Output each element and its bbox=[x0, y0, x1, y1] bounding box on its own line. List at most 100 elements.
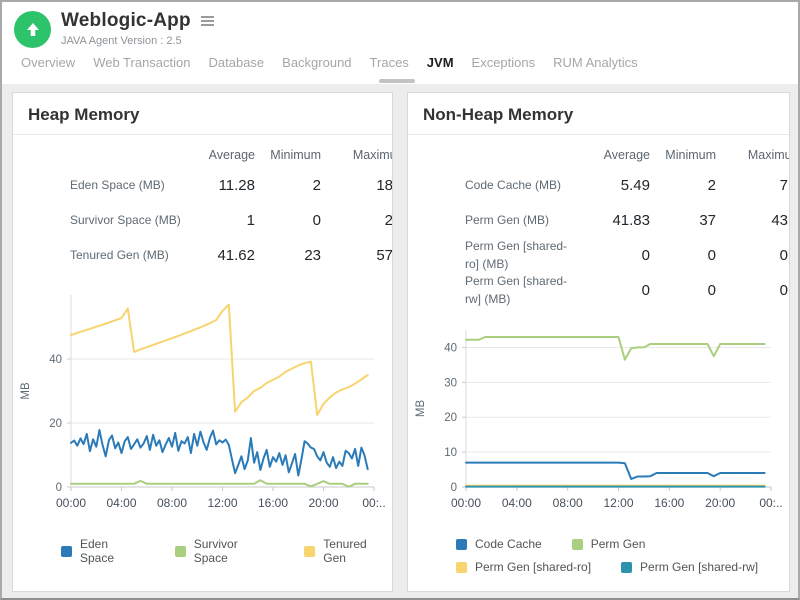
app-header: Weblogic-App JAVA Agent Version : 2.5 bbox=[2, 2, 798, 48]
metric-maximum: 57 bbox=[335, 247, 393, 264]
svg-text:00:..: 00:.. bbox=[362, 496, 385, 510]
non-heap-memory-panel: Non-Heap Memory Average Minimum Maximum … bbox=[407, 92, 790, 592]
legend-item-eden-space[interactable]: Eden Space bbox=[61, 537, 145, 565]
metric-average: 41.83 bbox=[580, 212, 664, 229]
perm-gen-swatch bbox=[572, 539, 583, 550]
metric-label: Survivor Space (MB) bbox=[13, 212, 185, 229]
heap-metric-table: Average Minimum Maximum Eden Space (MB) … bbox=[13, 141, 393, 273]
table-row: Perm Gen (MB) 41.83 37 43 bbox=[408, 203, 790, 238]
horizontal-scrollbar-thumb[interactable] bbox=[379, 79, 415, 83]
legend-item-perm-gen-shared-ro[interactable]: Perm Gen [shared-ro] bbox=[456, 560, 591, 574]
svg-text:08:00: 08:00 bbox=[157, 496, 187, 510]
tab-bar: Overview Web Transaction Database Backgr… bbox=[2, 48, 798, 79]
horizontal-scrollbar bbox=[2, 79, 798, 84]
svg-text:MB: MB bbox=[20, 382, 32, 400]
metric-average: 0 bbox=[580, 282, 664, 299]
tab-jvm[interactable]: JVM bbox=[418, 55, 463, 70]
table-row: Eden Space (MB) 11.28 2 18 bbox=[13, 168, 393, 203]
tab-exceptions[interactable]: Exceptions bbox=[463, 55, 545, 70]
metric-average: 5.49 bbox=[580, 177, 664, 194]
metric-label: Code Cache (MB) bbox=[408, 177, 580, 194]
column-header-average: Average bbox=[185, 148, 269, 162]
tenured-gen-swatch bbox=[304, 546, 315, 557]
metric-average: 1 bbox=[185, 212, 269, 229]
tab-traces[interactable]: Traces bbox=[361, 55, 418, 70]
non-heap-panel-title: Non-Heap Memory bbox=[423, 105, 775, 125]
app-window: Weblogic-App JAVA Agent Version : 2.5 Ov… bbox=[0, 0, 800, 600]
legend-item-perm-gen[interactable]: Perm Gen bbox=[572, 537, 646, 551]
svg-text:40: 40 bbox=[49, 354, 62, 366]
svg-text:04:00: 04:00 bbox=[106, 496, 136, 510]
app-status-icon bbox=[14, 11, 51, 48]
column-header-maximum: Maximum bbox=[335, 148, 393, 162]
non-heap-metric-table: Average Minimum Maximum Code Cache (MB) … bbox=[408, 141, 790, 308]
metric-average: 11.28 bbox=[185, 177, 269, 194]
svg-text:10: 10 bbox=[444, 447, 457, 459]
survivor-space-swatch bbox=[175, 546, 186, 557]
tab-background[interactable]: Background bbox=[273, 55, 360, 70]
heap-panel-title: Heap Memory bbox=[28, 105, 378, 125]
perm-gen-shared-ro-swatch bbox=[456, 562, 467, 573]
metric-label: Perm Gen (MB) bbox=[408, 212, 580, 229]
tab-overview[interactable]: Overview bbox=[12, 55, 84, 70]
svg-text:12:00: 12:00 bbox=[207, 496, 237, 510]
metric-maximum: 0 bbox=[730, 282, 790, 299]
table-row: Perm Gen [shared-ro] (MB) 0 0 0 bbox=[408, 238, 790, 273]
metric-maximum: 2 bbox=[335, 212, 393, 229]
tab-web-transaction[interactable]: Web Transaction bbox=[84, 55, 199, 70]
arrow-up-icon bbox=[24, 21, 42, 39]
table-row: Code Cache (MB) 5.49 2 7 bbox=[408, 168, 790, 203]
column-header-maximum: Maximum bbox=[730, 148, 790, 162]
eden-space-swatch bbox=[61, 546, 72, 557]
svg-text:MB: MB bbox=[415, 400, 427, 418]
metric-minimum: 0 bbox=[269, 212, 335, 229]
tab-database[interactable]: Database bbox=[200, 55, 274, 70]
heap-memory-chart: 0 20 40 00:00 04:00 08:00 12:00 16:00 20:00 00:..… bbox=[13, 283, 392, 523]
agent-version-label: JAVA Agent Version : 2.5 bbox=[61, 35, 216, 47]
metric-maximum: 0 bbox=[730, 247, 790, 264]
svg-text:0: 0 bbox=[56, 482, 62, 494]
legend-item-code-cache[interactable]: Code Cache bbox=[456, 537, 542, 551]
metric-label: Tenured Gen (MB) bbox=[13, 247, 185, 264]
svg-text:00:..: 00:.. bbox=[759, 496, 782, 510]
metric-minimum: 37 bbox=[664, 212, 730, 229]
svg-text:20:00: 20:00 bbox=[705, 496, 735, 510]
metric-minimum: 2 bbox=[664, 177, 730, 194]
table-row: Tenured Gen (MB) 41.62 23 57 bbox=[13, 238, 393, 273]
svg-text:20: 20 bbox=[49, 418, 62, 430]
svg-text:04:00: 04:00 bbox=[502, 496, 532, 510]
column-header-minimum: Minimum bbox=[269, 148, 335, 162]
metric-minimum: 23 bbox=[269, 247, 335, 264]
tab-rum-analytics[interactable]: RUM Analytics bbox=[544, 55, 647, 70]
hamburger-menu-icon[interactable] bbox=[199, 14, 216, 28]
metric-maximum: 18 bbox=[335, 177, 393, 194]
jvm-content: Heap Memory Average Minimum Maximum Eden… bbox=[2, 84, 798, 598]
perm-gen-shared-rw-swatch bbox=[621, 562, 632, 573]
svg-text:20:00: 20:00 bbox=[308, 496, 338, 510]
metric-label: Eden Space (MB) bbox=[13, 177, 185, 194]
table-row: Survivor Space (MB) 1 0 2 bbox=[13, 203, 393, 238]
legend-item-survivor-space[interactable]: Survivor Space bbox=[175, 537, 275, 565]
legend-item-perm-gen-shared-rw[interactable]: Perm Gen [shared-rw] bbox=[621, 560, 758, 574]
svg-text:08:00: 08:00 bbox=[553, 496, 583, 510]
table-header-row: Average Minimum Maximum bbox=[13, 141, 393, 168]
metric-average: 0 bbox=[580, 247, 664, 264]
svg-text:40: 40 bbox=[444, 342, 457, 354]
metric-maximum: 7 bbox=[730, 177, 790, 194]
svg-text:20: 20 bbox=[444, 412, 457, 424]
svg-text:16:00: 16:00 bbox=[654, 496, 684, 510]
metric-average: 41.62 bbox=[185, 247, 269, 264]
table-header-row: Average Minimum Maximum bbox=[408, 141, 790, 168]
table-row: Perm Gen [shared-rw] (MB) 0 0 0 bbox=[408, 273, 790, 308]
metric-minimum: 0 bbox=[664, 247, 730, 264]
svg-text:0: 0 bbox=[451, 482, 457, 494]
svg-text:00:00: 00:00 bbox=[56, 496, 86, 510]
non-heap-memory-chart: 01020304000:0004:0008:0012:0016:0020:000… bbox=[408, 318, 789, 523]
legend-item-tenured-gen[interactable]: Tenured Gen bbox=[304, 537, 392, 565]
svg-text:00:00: 00:00 bbox=[451, 496, 481, 510]
column-header-average: Average bbox=[580, 148, 664, 162]
column-header-minimum: Minimum bbox=[664, 148, 730, 162]
metric-maximum: 43 bbox=[730, 212, 790, 229]
heap-memory-panel: Heap Memory Average Minimum Maximum Eden… bbox=[12, 92, 393, 592]
svg-text:16:00: 16:00 bbox=[258, 496, 288, 510]
